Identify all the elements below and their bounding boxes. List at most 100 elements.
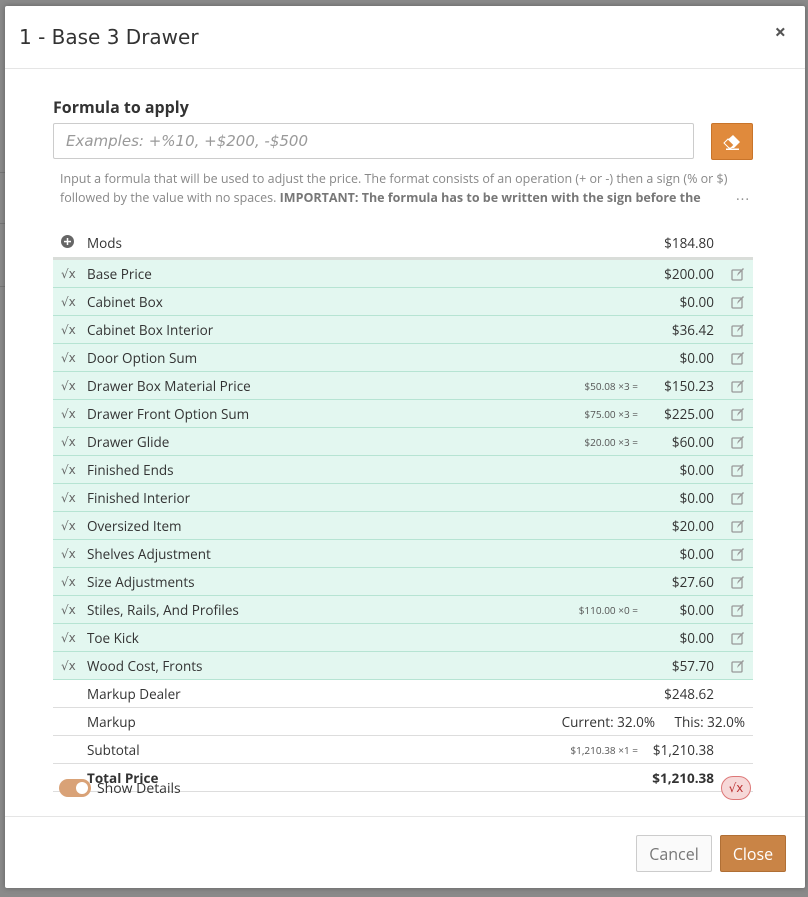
subtotal-value: $1,210.38: [652, 740, 714, 759]
cancel-button[interactable]: Cancel: [636, 835, 712, 872]
item-label: Drawer Box Material Price: [87, 376, 251, 395]
edit-icon[interactable]: [731, 267, 745, 281]
item-value: $60.00: [671, 432, 714, 451]
more-text-icon[interactable]: ···: [736, 190, 750, 209]
square-root-icon: √x: [61, 630, 76, 645]
item-value: $0.00: [679, 600, 714, 619]
edit-icon[interactable]: [731, 323, 745, 337]
square-root-icon: √x: [61, 406, 76, 421]
item-label: Shelves Adjustment: [87, 544, 211, 563]
price-details-modal: 1 - Base 3 Drawer × Formula to apply Inp…: [5, 6, 805, 888]
item-value: $0.00: [679, 292, 714, 311]
item-value: $0.00: [679, 460, 714, 479]
item-value: $36.42: [671, 320, 714, 339]
price-item-row: √x Finished Interior $0.00: [53, 484, 753, 512]
eraser-icon: [723, 134, 740, 150]
item-label: Stiles, Rails, And Profiles: [87, 600, 239, 619]
item-value: $20.00: [671, 516, 714, 535]
plus-circle-icon[interactable]: [61, 234, 79, 252]
item-label: Drawer Glide: [87, 432, 170, 451]
item-label: Door Option Sum: [87, 348, 198, 367]
close-button[interactable]: Close: [720, 835, 786, 872]
modal-footer: Cancel Close: [5, 816, 805, 889]
price-item-row: √x Size Adjustments $27.60: [53, 568, 753, 596]
item-label: Base Price: [87, 264, 152, 283]
edit-icon[interactable]: [731, 379, 745, 393]
item-value: $0.00: [679, 628, 714, 647]
price-item-row: √x Cabinet Box $0.00: [53, 288, 753, 316]
mods-value: $184.80: [664, 234, 714, 252]
price-item-row: √x Finished Ends $0.00: [53, 456, 753, 484]
item-value: $57.70: [671, 656, 714, 675]
edit-icon[interactable]: [731, 491, 745, 505]
square-root-icon: √x: [61, 434, 76, 449]
price-item-row: √x Oversized Item $20.00: [53, 512, 753, 540]
square-root-icon: √x: [61, 266, 76, 281]
markup-row: Markup Current: 32.0% This: 32.0%: [53, 708, 753, 736]
item-label: Oversized Item: [87, 516, 182, 535]
price-item-row: √x Cabinet Box Interior $36.42: [53, 316, 753, 344]
item-value: $0.00: [679, 348, 714, 367]
markup-this: This: 32.0%: [674, 712, 745, 731]
clear-formula-button[interactable]: [711, 123, 753, 160]
square-root-icon: √x: [61, 546, 76, 561]
item-label: Finished Interior: [87, 488, 191, 507]
square-root-icon: √x: [61, 322, 76, 337]
item-label: Size Adjustments: [87, 572, 195, 591]
item-value: $0.00: [679, 544, 714, 563]
item-value: $0.00: [679, 488, 714, 507]
show-details-toggle[interactable]: [59, 779, 91, 797]
square-root-icon: √x: [61, 574, 76, 589]
price-item-row: √x Drawer Box Material Price $50.08 ×3 = $1…: [53, 372, 753, 400]
show-details-row: Show Details √x: [59, 776, 751, 804]
help-text-important: IMPORTANT: The formula has to be written…: [279, 189, 701, 206]
item-calc: $110.00 ×0 =: [578, 602, 638, 617]
edit-icon[interactable]: [731, 519, 745, 533]
price-item-row: √x Toe Kick $0.00: [53, 624, 753, 652]
square-root-icon: √x: [61, 378, 76, 393]
square-root-icon: √x: [61, 658, 76, 673]
mods-row[interactable]: Mods $184.80: [53, 229, 753, 260]
item-value: $200.00: [664, 264, 714, 283]
item-label: Cabinet Box Interior: [87, 320, 214, 339]
square-root-icon: √x: [728, 781, 744, 795]
formula-input[interactable]: [53, 123, 694, 159]
price-item-row: √x Shelves Adjustment $0.00: [53, 540, 753, 568]
edit-icon[interactable]: [731, 407, 745, 421]
edit-icon[interactable]: [731, 631, 745, 645]
price-item-row: √x Door Option Sum $0.00: [53, 344, 753, 372]
show-details-label: Show Details: [97, 779, 181, 798]
formula-help-text: Input a formula that will be used to adj…: [60, 169, 750, 207]
edit-icon[interactable]: [731, 659, 745, 673]
item-value: $225.00: [664, 404, 714, 423]
close-icon[interactable]: ×: [775, 22, 786, 42]
price-item-row: √x Base Price $200.00: [53, 260, 753, 288]
modal-header: 1 - Base 3 Drawer ×: [5, 6, 805, 69]
edit-icon[interactable]: [731, 603, 745, 617]
subtotal-label: Subtotal: [87, 740, 140, 759]
square-root-icon: √x: [61, 602, 76, 617]
markup-dealer-value: $248.62: [664, 684, 714, 703]
item-label: Drawer Front Option Sum: [87, 404, 250, 423]
edit-icon[interactable]: [731, 295, 745, 309]
item-value: $150.23: [664, 376, 714, 395]
price-breakdown-table: Mods $184.80 √x Base Price $200.00 √x Cabine…: [53, 229, 753, 792]
formula-toggle-button[interactable]: √x: [721, 776, 751, 800]
square-root-icon: √x: [61, 294, 76, 309]
item-calc: $20.00 ×3 =: [584, 434, 638, 449]
edit-icon[interactable]: [731, 351, 745, 365]
markup-current: Current: 32.0%: [561, 712, 655, 731]
price-item-row: √x Drawer Glide $20.00 ×3 = $60.00: [53, 428, 753, 456]
edit-icon[interactable]: [731, 463, 745, 477]
edit-icon[interactable]: [731, 547, 745, 561]
edit-icon[interactable]: [731, 575, 745, 589]
item-label: Finished Ends: [87, 460, 174, 479]
markup-label: Markup: [87, 712, 136, 731]
subtotal-row: Subtotal $1,210.38 ×1 = $1,210.38: [53, 736, 753, 764]
item-rows: √x Base Price $200.00 √x Cabinet Box $0.00 √x C…: [53, 260, 753, 680]
square-root-icon: √x: [61, 350, 76, 365]
price-item-row: √x Drawer Front Option Sum $75.00 ×3 = $225…: [53, 400, 753, 428]
price-item-row: √x Wood Cost, Fronts $57.70: [53, 652, 753, 680]
edit-icon[interactable]: [731, 435, 745, 449]
item-label: Toe Kick: [87, 628, 139, 647]
